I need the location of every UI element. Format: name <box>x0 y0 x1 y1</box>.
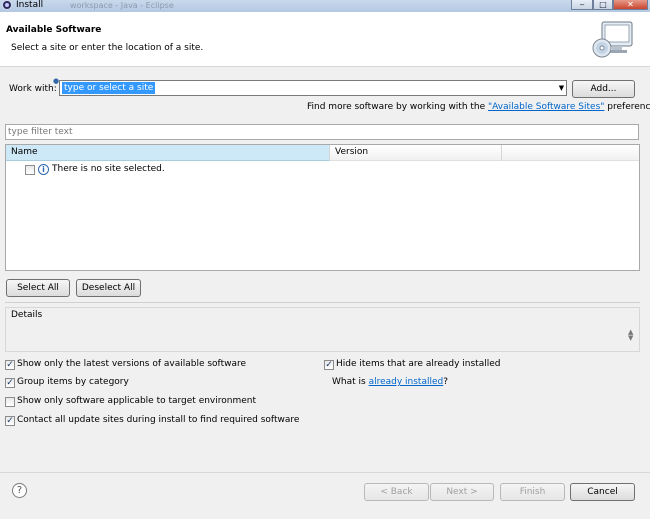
info-icon: i <box>38 164 49 175</box>
details-label: Details <box>11 310 43 320</box>
window-ghost-title: workspace - Java - Eclipse <box>70 1 174 10</box>
window-title: Install <box>16 0 44 10</box>
applicable-target-label: Show only software applicable to target … <box>17 396 257 406</box>
work-with-label: Work with: <box>9 84 57 94</box>
maximize-button[interactable]: □ <box>593 0 613 10</box>
chevron-down-icon[interactable]: ▼ <box>556 80 567 96</box>
header-banner <box>0 12 650 67</box>
select-all-button[interactable]: Select All <box>6 279 70 297</box>
eclipse-icon <box>2 0 12 10</box>
row-checkbox[interactable] <box>25 165 35 175</box>
table-row: There is no site selected. <box>52 164 165 174</box>
applicable-target-checkbox[interactable] <box>5 397 15 407</box>
close-button[interactable]: ✕ <box>613 0 648 10</box>
latest-versions-label: Show only the latest versions of availab… <box>17 359 247 369</box>
latest-versions-checkbox[interactable]: ✓ <box>5 360 15 370</box>
group-by-category-label: Group items by category <box>17 377 129 387</box>
spinner-icon[interactable]: ▲ ▼ <box>628 329 633 342</box>
group-by-category-checkbox[interactable]: ✓ <box>5 378 15 388</box>
contact-sites-label: Contact all update sites during install … <box>17 415 300 425</box>
minimize-button[interactable]: ‒ <box>571 0 593 10</box>
finish-button[interactable]: Finish <box>500 483 565 501</box>
more-software-text: Find more software by working with the "… <box>307 102 650 112</box>
back-button[interactable]: < Back <box>364 483 429 501</box>
column-header-version[interactable]: Version <box>330 145 502 161</box>
page-subtitle: Select a site or enter the location of a… <box>11 43 204 53</box>
work-with-input[interactable]: type or select a site <box>62 82 156 94</box>
what-is-installed-text: What is already installed? <box>332 377 448 387</box>
help-icon[interactable]: ? <box>12 483 27 498</box>
add-site-button[interactable]: Add... <box>572 80 635 98</box>
column-header-name[interactable]: Name <box>6 145 330 161</box>
what-is-prefix: What is <box>332 377 369 387</box>
details-panel <box>5 307 640 352</box>
contact-sites-checkbox[interactable]: ✓ <box>5 416 15 426</box>
hide-installed-checkbox[interactable]: ✓ <box>324 360 334 370</box>
more-software-suffix: preferences. <box>607 102 650 112</box>
footer-divider <box>0 472 650 473</box>
column-header-empty <box>502 145 639 161</box>
hide-installed-label: Hide items that are already installed <box>336 359 501 369</box>
monitor-cd-icon <box>592 21 633 58</box>
software-table[interactable]: Name Version i There is no site selected… <box>5 144 640 271</box>
divider <box>5 302 640 303</box>
page-title: Available Software <box>6 25 102 35</box>
already-installed-link[interactable]: already installed <box>369 377 444 387</box>
what-is-suffix: ? <box>443 377 449 387</box>
available-software-sites-link[interactable]: "Available Software Sites" <box>488 102 604 112</box>
filter-input[interactable]: type filter text <box>5 124 639 140</box>
cancel-button[interactable]: Cancel <box>570 483 635 501</box>
deselect-all-button[interactable]: Deselect All <box>76 279 141 297</box>
next-button[interactable]: Next > <box>430 483 494 501</box>
more-software-prefix: Find more software by working with the <box>307 102 489 112</box>
